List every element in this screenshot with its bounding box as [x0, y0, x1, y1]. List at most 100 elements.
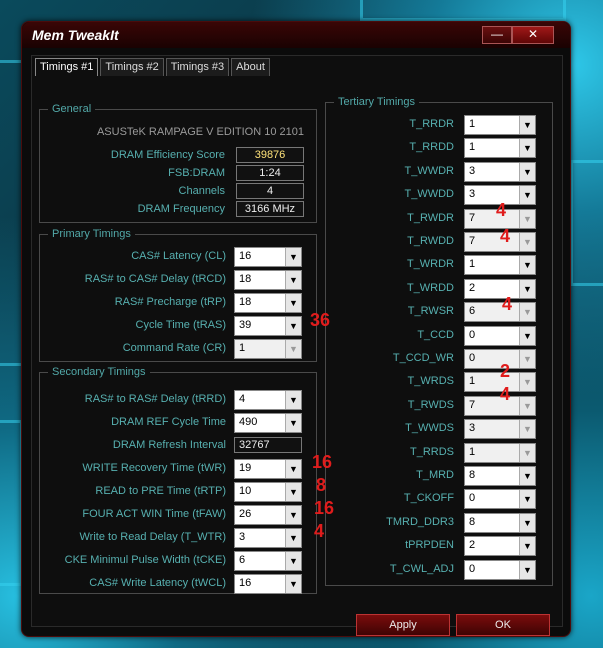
secondary-timing-dropdown-value: 16: [239, 577, 252, 589]
primary-timing-dropdown-value: 1: [239, 342, 246, 354]
chevron-down-icon[interactable]: ▼: [285, 506, 301, 524]
chevron-down-icon[interactable]: ▼: [285, 248, 301, 266]
chevron-down-icon[interactable]: ▼: [519, 209, 535, 228]
tertiary-timing-dropdown[interactable]: 1 ▼: [464, 442, 536, 463]
chevron-down-icon[interactable]: ▼: [519, 396, 535, 415]
tertiary-label: TMRD_DDR3: [386, 515, 454, 528]
annotation-rwdr: 4: [496, 200, 507, 220]
secondary-timing-dropdown-value: 4: [239, 393, 246, 405]
chevron-down-icon[interactable]: ▼: [519, 233, 535, 251]
chevron-down-icon[interactable]: ▼: [285, 483, 301, 501]
ok-button[interactable]: OK: [456, 614, 550, 636]
chevron-down-icon[interactable]: ▼: [285, 340, 301, 358]
efficiency-value: 39876: [236, 147, 304, 163]
annotation-rwds: 4: [500, 384, 511, 404]
chevron-down-icon[interactable]: ▼: [285, 391, 301, 409]
secondary-timing-dropdown[interactable]: 26 ▼: [234, 505, 302, 525]
chevron-down-icon[interactable]: ▼: [519, 162, 535, 181]
tertiary-timing-dropdown-value: 3: [469, 188, 476, 201]
tertiary-timing-dropdown[interactable]: 8 ▼: [464, 512, 536, 533]
tertiary-timing-dropdown[interactable]: 8 ▼: [464, 466, 536, 486]
primary-timing-dropdown[interactable]: 18 ▼: [234, 293, 302, 313]
tab-about[interactable]: About: [231, 58, 270, 76]
secondary-timing-dropdown[interactable]: 490 ▼: [234, 413, 302, 433]
secondary-timing-dropdown-value: 3: [239, 531, 246, 543]
tertiary-timing-dropdown[interactable]: 3 ▼: [464, 419, 536, 440]
chevron-down-icon[interactable]: ▼: [519, 513, 535, 532]
tertiary-timing-dropdown-value: 8: [469, 469, 476, 481]
tertiary-timing-dropdown[interactable]: 0 ▼: [464, 559, 536, 580]
tab-timings-3[interactable]: Timings #3: [165, 58, 230, 76]
secondary-timing-dropdown[interactable]: 6 ▼: [234, 551, 302, 571]
chevron-down-icon[interactable]: ▼: [285, 317, 301, 335]
tertiary-timings-title: Tertiary Timings: [334, 96, 420, 108]
tertiary-label: T_RRDD: [409, 141, 454, 154]
chevron-down-icon[interactable]: ▼: [519, 537, 535, 556]
secondary-timing-dropdown[interactable]: 4 ▼: [234, 390, 302, 410]
chevron-down-icon[interactable]: ▼: [519, 116, 535, 134]
chevron-down-icon[interactable]: ▼: [519, 350, 535, 368]
chevron-down-icon[interactable]: ▼: [285, 552, 301, 570]
tertiary-timing-dropdown[interactable]: 1 ▼: [464, 255, 536, 276]
secondary-timing-dropdown[interactable]: 10 ▼: [234, 482, 302, 502]
tab-strip: Timings #1 Timings #2 Timings #3 About: [35, 58, 272, 76]
secondary-timing-dropdown[interactable]: 16 ▼: [234, 574, 302, 594]
secondary-timing-dropdown-value: 19: [239, 462, 252, 474]
chevron-down-icon[interactable]: ▼: [285, 529, 301, 547]
tertiary-timing-dropdown-value: 0: [469, 352, 476, 364]
chevron-down-icon[interactable]: ▼: [285, 271, 301, 289]
tertiary-label: T_WWDS: [405, 422, 454, 435]
background-circuit-line: [360, 0, 566, 21]
chevron-down-icon[interactable]: ▼: [519, 443, 535, 462]
chevron-down-icon[interactable]: ▼: [519, 303, 535, 322]
tertiary-timing-dropdown[interactable]: 1 ▼: [464, 115, 536, 135]
tab-timings-1[interactable]: Timings #1: [35, 58, 99, 76]
annotation-wrds: 2: [500, 361, 511, 381]
chevron-down-icon[interactable]: ▼: [285, 460, 301, 478]
minimize-button[interactable]: —: [482, 26, 512, 44]
secondary-timing-dropdown-value: 490: [239, 416, 258, 428]
primary-timings-group: Primary Timings CAS# Latency (CL) 16 ▼ RAS#…: [39, 228, 317, 362]
primary-label: RAS# to CAS# Delay (tRCD): [84, 273, 226, 285]
primary-timing-dropdown[interactable]: 39 ▼: [234, 316, 302, 336]
chevron-down-icon[interactable]: ▼: [285, 414, 301, 432]
tertiary-timing-dropdown[interactable]: 1 ▼: [464, 138, 536, 159]
tab-timings-2[interactable]: Timings #2: [100, 58, 164, 76]
chevron-down-icon[interactable]: ▼: [519, 279, 535, 298]
tertiary-timing-dropdown[interactable]: 3 ▼: [464, 161, 536, 182]
chevron-down-icon[interactable]: ▼: [285, 294, 301, 312]
secondary-timing-dropdown[interactable]: 3 ▼: [234, 528, 302, 548]
tertiary-timing-dropdown[interactable]: 2 ▼: [464, 536, 536, 557]
tertiary-timing-dropdown[interactable]: 2 ▼: [464, 278, 536, 299]
secondary-label: READ to PRE Time (tRTP): [95, 485, 226, 497]
chevron-down-icon[interactable]: ▼: [519, 373, 535, 392]
chevron-down-icon[interactable]: ▼: [519, 467, 535, 485]
general-title: General: [48, 103, 96, 115]
title-bar[interactable]: Mem TweakIt — ✕: [22, 22, 570, 48]
tertiary-label: T_RRDR: [409, 118, 454, 130]
chevron-down-icon[interactable]: ▼: [519, 560, 535, 579]
apply-button[interactable]: Apply: [356, 614, 450, 636]
tertiary-timing-dropdown-value: 7: [469, 211, 476, 224]
tertiary-timing-dropdown-value: 3: [469, 422, 476, 435]
chevron-down-icon[interactable]: ▼: [519, 139, 535, 158]
chevron-down-icon[interactable]: ▼: [285, 575, 301, 593]
primary-timing-dropdown[interactable]: 1 ▼: [234, 339, 302, 359]
chevron-down-icon[interactable]: ▼: [519, 186, 535, 205]
fsb-value: 1:24: [236, 165, 304, 181]
chevron-down-icon[interactable]: ▼: [519, 256, 535, 275]
primary-timing-dropdown-value: 16: [239, 250, 252, 262]
tertiary-timing-dropdown[interactable]: 6 ▼: [464, 302, 536, 323]
tertiary-timing-dropdown[interactable]: 0 ▼: [464, 325, 536, 346]
tertiary-label: T_RWDR: [407, 211, 454, 224]
tertiary-timing-dropdown[interactable]: 0 ▼: [464, 489, 536, 510]
chevron-down-icon[interactable]: ▼: [519, 326, 535, 345]
chevron-down-icon[interactable]: ▼: [519, 490, 535, 509]
primary-timing-dropdown[interactable]: 16 ▼: [234, 247, 302, 267]
secondary-timing-dropdown[interactable]: 19 ▼: [234, 459, 302, 479]
tertiary-timing-dropdown-value: 2: [469, 539, 476, 552]
close-button[interactable]: ✕: [512, 26, 554, 44]
general-group: General ASUSTeK RAMPAGE V EDITION 10 210…: [39, 103, 317, 223]
primary-timing-dropdown[interactable]: 18 ▼: [234, 270, 302, 290]
chevron-down-icon[interactable]: ▼: [519, 420, 535, 439]
